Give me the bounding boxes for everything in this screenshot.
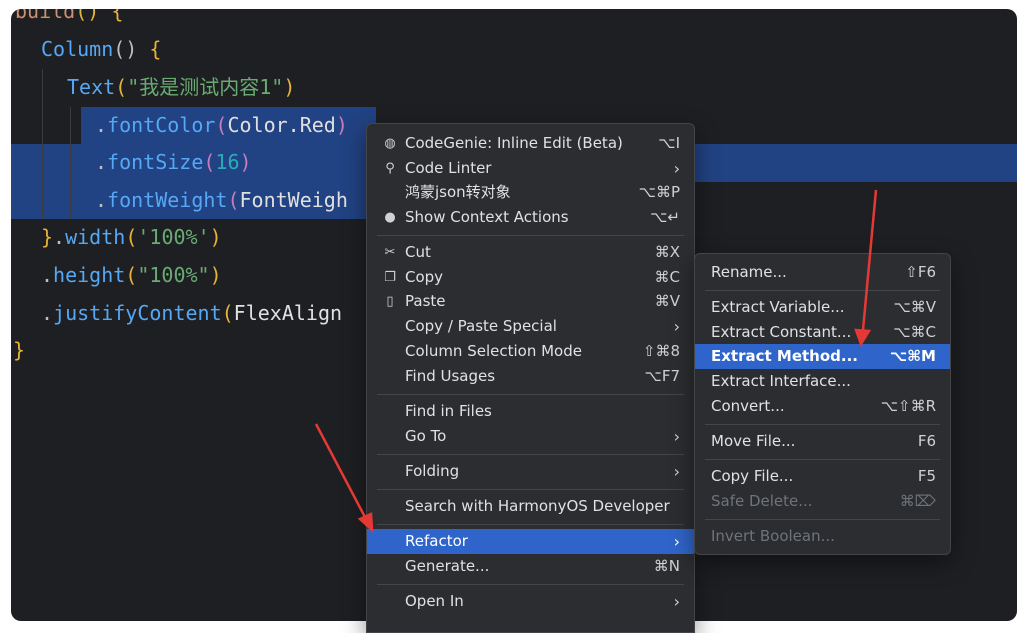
arrow-to-extract-method bbox=[854, 189, 878, 347]
arrow-to-refactor bbox=[314, 423, 374, 534]
arrowhead-icon bbox=[357, 512, 374, 534]
arrow-line bbox=[314, 423, 368, 520]
annotation-arrows bbox=[314, 189, 878, 534]
arrowhead-icon bbox=[854, 328, 872, 347]
arrow-line bbox=[861, 189, 878, 331]
